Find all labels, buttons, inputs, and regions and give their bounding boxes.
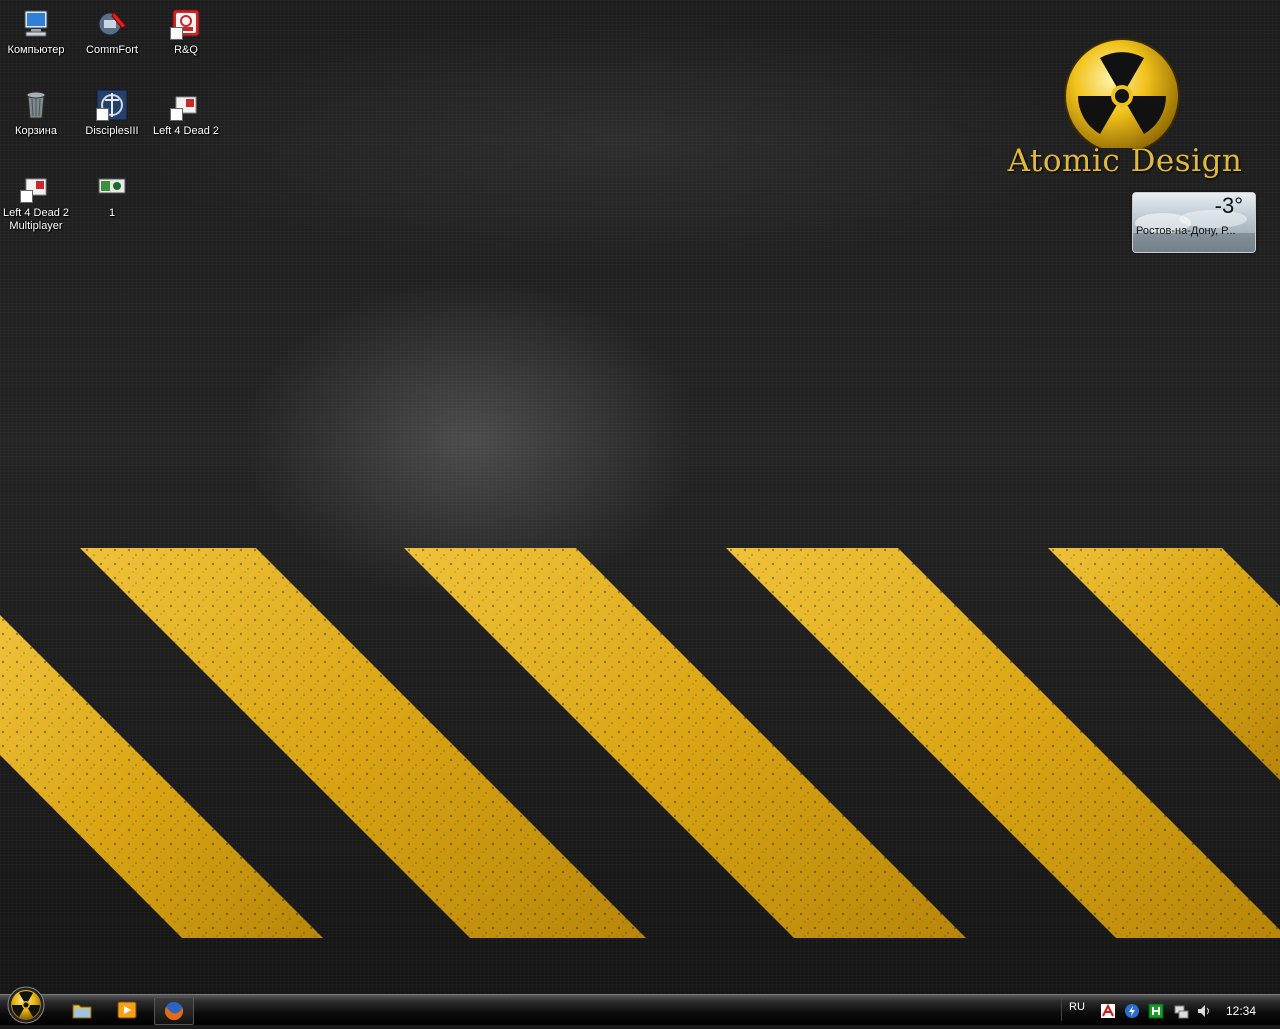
language-indicator[interactable]: RU <box>1069 1001 1085 1013</box>
desktop-icon-rq[interactable]: R&Q <box>148 8 224 57</box>
atomic-design-logo: Atomic Design <box>995 38 1255 188</box>
shortcut-icon <box>20 171 52 203</box>
start-orb-radiation-icon <box>7 986 45 1024</box>
desktop-icon-label: Корзина <box>15 125 57 137</box>
desktop-icon-label: Компьютер <box>7 44 65 56</box>
shortcut-arrow-icon <box>170 27 183 40</box>
shortcut-arrow-icon <box>96 108 109 121</box>
desktop-icon-label: Left 4 Dead 2 <box>152 125 220 137</box>
desktop-icon-label: R&Q <box>174 44 198 56</box>
radiation-logo-icon <box>1064 38 1180 148</box>
shortcut-icon <box>170 89 202 121</box>
shortcut-arrow-icon <box>20 190 33 203</box>
update-icon[interactable] <box>1124 1003 1140 1019</box>
start-button[interactable] <box>6 985 46 1025</box>
desktop-icon-label: Left 4 Dead 2 Multiplayer <box>2 207 70 232</box>
explorer-folder-icon[interactable] <box>72 1001 92 1019</box>
green-app-icon[interactable] <box>1148 1003 1164 1019</box>
desktop-icon-label: DisciplesIII <box>85 125 139 137</box>
media-player-icon[interactable] <box>117 1001 137 1019</box>
taskbar: RU 12:34 <box>0 986 1280 1025</box>
image-file-icon <box>96 171 128 203</box>
desktop-icon-label: CommFort <box>86 44 138 56</box>
disciples-icon <box>96 89 128 121</box>
rq-icon <box>170 8 202 40</box>
antivirus-icon[interactable] <box>1100 1003 1116 1019</box>
computer-icon <box>20 8 52 40</box>
weather-temperature: -3° <box>1214 193 1243 218</box>
taskbar-button-firefox[interactable] <box>154 997 194 1025</box>
desktop[interactable]: Компьютер CommFort R&Q Корзина Disciples… <box>0 0 1280 994</box>
desktop-icon-left4dead2-multiplayer[interactable]: Left 4 Dead 2 Multiplayer <box>0 171 74 233</box>
volume-icon[interactable] <box>1196 1003 1212 1019</box>
desktop-icon-label: 1 <box>108 207 116 219</box>
clock[interactable]: 12:34 <box>1226 1004 1256 1018</box>
network-icon[interactable] <box>1173 1003 1189 1019</box>
desktop-icon-recycle-bin[interactable]: Корзина <box>0 89 74 138</box>
desktop-icon-file-1[interactable]: 1 <box>74 171 150 220</box>
weather-location: Ростов-на-Дону, Р... <box>1136 225 1236 237</box>
recycle-bin-icon <box>20 89 52 121</box>
tray-separator <box>1061 999 1062 1021</box>
weather-gadget[interactable]: -3° Ростов-на-Дону, Р... <box>1132 192 1256 253</box>
desktop-icon-commfort[interactable]: CommFort <box>74 8 150 57</box>
commfort-icon <box>96 8 128 40</box>
desktop-icon-left4dead2[interactable]: Left 4 Dead 2 <box>148 89 224 138</box>
desktop-icon-computer[interactable]: Компьютер <box>0 8 74 57</box>
logo-text: Atomic Design <box>1007 143 1243 179</box>
desktop-icon-disciples[interactable]: DisciplesIII <box>74 89 150 138</box>
firefox-icon <box>165 1002 183 1021</box>
shortcut-arrow-icon <box>170 108 183 121</box>
